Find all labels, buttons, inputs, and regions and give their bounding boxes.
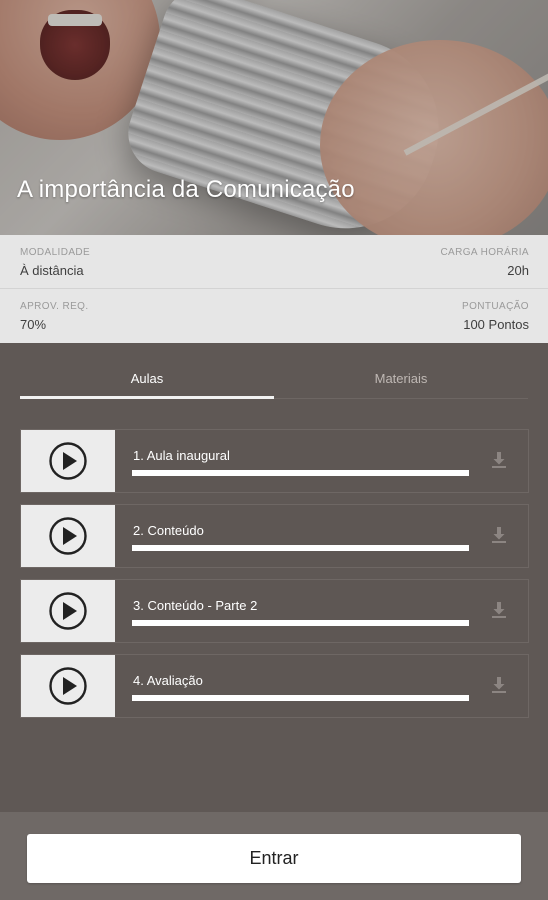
play-icon [49,667,87,705]
lesson-progress-bar [132,470,469,476]
lesson-title: 1. Aula inaugural [133,448,230,463]
lesson-progress-bar [132,620,469,626]
lesson-title: 4. Avaliação [133,673,203,688]
carga-horaria-label: CARGA HORÁRIA [440,247,529,258]
modalidade-label: MODALIDADE [20,247,91,258]
aprov-req-label: APROV. REQ. [20,301,89,312]
active-tab-indicator [20,396,274,399]
download-icon[interactable] [490,601,508,619]
lesson-title: 2. Conteúdo [133,523,204,538]
play-icon [49,592,87,630]
lesson-title: 3. Conteúdo - Parte 2 [133,598,258,613]
list-item[interactable]: 2. Conteúdo [20,504,529,568]
pontuacao-value: 100 Pontos [463,317,529,332]
play-button[interactable] [21,430,115,492]
aprov-req-cell: APROV. REQ. 70% [20,301,89,332]
info-row: APROV. REQ. 70% PONTUAÇÃO 100 Pontos [0,289,548,343]
play-button[interactable] [21,580,115,642]
modalidade-value: À distância [20,263,84,278]
carga-horaria-value: 20h [507,263,529,278]
lesson-progress-fill [132,545,469,551]
lesson-progress-fill [132,470,469,476]
download-icon[interactable] [490,526,508,544]
list-item[interactable]: 1. Aula inaugural [20,429,529,493]
course-title: A importância da Comunicação [17,176,355,203]
tab-aulas[interactable]: Aulas [20,359,274,399]
modalidade-cell: MODALIDADE À distância [20,247,90,278]
list-item[interactable]: 3. Conteúdo - Parte 2 [20,579,529,643]
info-row: MODALIDADE À distância CARGA HORÁRIA 20h [0,235,548,289]
course-hero: A importância da Comunicação [0,0,548,235]
tab-materiais[interactable]: Materiais [274,359,528,399]
content-tabs: Aulas Materiais [20,359,528,399]
lesson-progress-fill [132,695,469,701]
course-info-panel: MODALIDADE À distância CARGA HORÁRIA 20h… [0,235,548,343]
enter-button[interactable]: Entrar [27,834,521,883]
play-icon [49,517,87,555]
pontuacao-cell: PONTUAÇÃO 100 Pontos [462,301,529,332]
download-icon[interactable] [490,676,508,694]
list-item[interactable]: 4. Avaliação [20,654,529,718]
bottom-bar: Entrar [0,812,548,900]
pontuacao-label: PONTUAÇÃO [462,301,529,312]
play-button[interactable] [21,655,115,717]
lesson-progress-fill [132,620,469,626]
play-icon [49,442,87,480]
aprov-req-value: 70% [20,317,47,332]
download-icon[interactable] [490,451,508,469]
lesson-progress-bar [132,695,469,701]
lesson-progress-bar [132,545,469,551]
carga-horaria-cell: CARGA HORÁRIA 20h [440,247,529,278]
play-button[interactable] [21,505,115,567]
